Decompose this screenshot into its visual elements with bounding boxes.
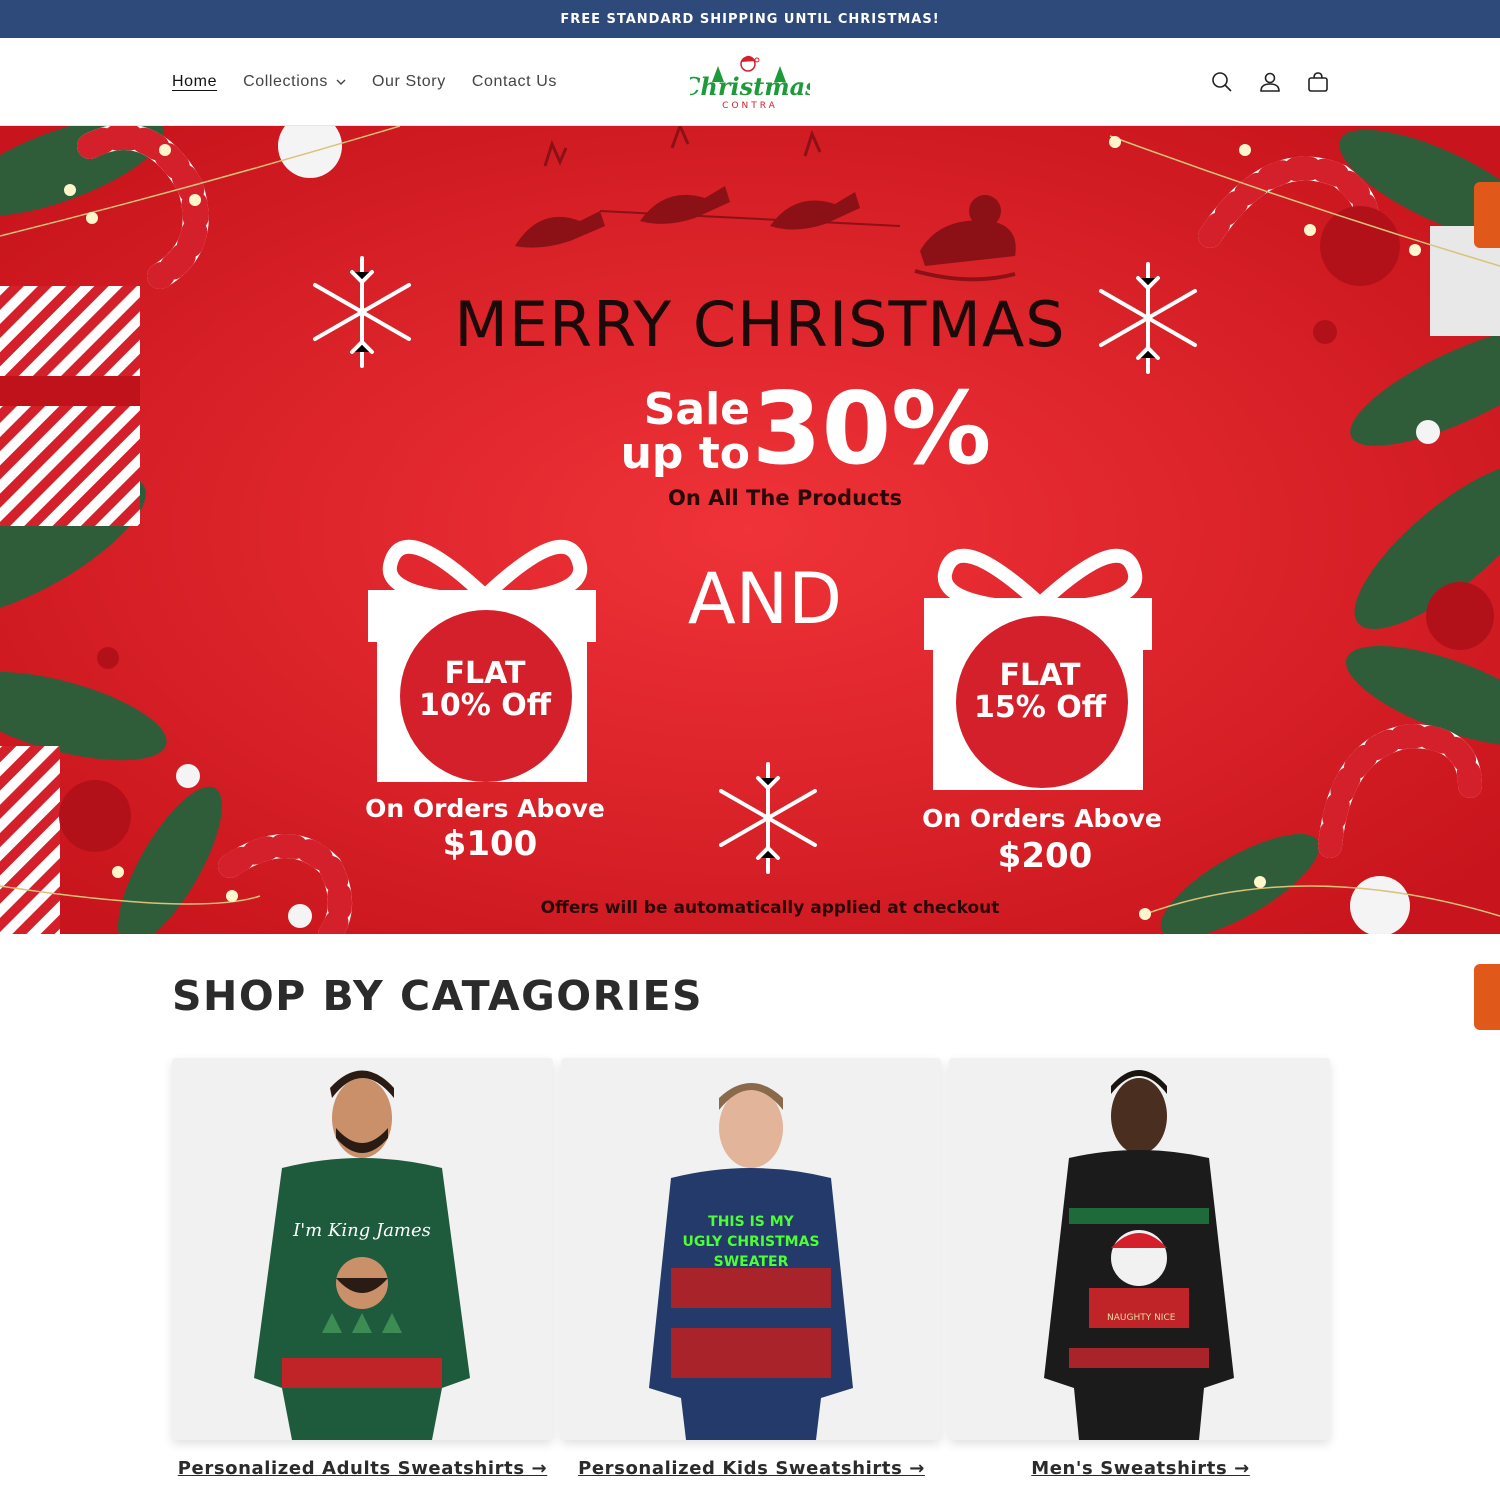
hero-sale-percent: 30% <box>752 370 992 487</box>
account-icon[interactable] <box>1258 70 1282 94</box>
category-card-kids[interactable]: THIS IS MY UGLY CHRISTMAS SWEATER <box>560 1058 942 1440</box>
hero-banner[interactable]: MERRY CHRISTMAS Sale up to 30% On All Th… <box>0 126 1500 934</box>
main-nav: Home Collections Our Story Contact Us <box>172 38 583 126</box>
offer1-orders: On Orders Above <box>365 794 605 823</box>
hero-title: MERRY CHRISTMAS <box>454 288 1066 361</box>
nav-collections-label: Collections <box>243 73 328 90</box>
nav-collections[interactable]: Collections <box>243 73 346 91</box>
hero-footnote: Offers will be automatically applied at … <box>540 898 1000 918</box>
svg-text:UGLY CHRISTMAS: UGLY CHRISTMAS <box>682 1234 819 1250</box>
chevron-down-icon <box>336 79 346 85</box>
category-link-kids[interactable]: Personalized Kids Sweatshirts → <box>561 1458 942 1479</box>
header-icons <box>1210 38 1330 126</box>
offer2-orders: On Orders Above <box>922 804 1162 833</box>
offer1-flat: FLAT <box>444 656 526 691</box>
nav-our-story[interactable]: Our Story <box>372 73 446 91</box>
category-card-mens[interactable]: NAUGHTY NICE <box>949 1058 1331 1440</box>
offer1-amount: $100 <box>442 824 538 864</box>
cart-icon[interactable] <box>1306 70 1330 94</box>
offer1-badge: FLAT 10% Off <box>395 658 575 722</box>
announcement-text: FREE STANDARD SHIPPING UNTIL CHRISTMAS! <box>560 11 940 27</box>
floating-side-tab[interactable] <box>1474 182 1500 248</box>
category-card-adults[interactable]: I'm King James <box>172 1058 553 1440</box>
hero-background <box>0 126 1500 934</box>
category-link-mens[interactable]: Men's Sweatshirts → <box>950 1458 1331 1479</box>
category-grid: I'm King James THIS IS MY UGLY CHRISTMAS… <box>172 1058 1331 1440</box>
categories-title: SHOP BY CATAGORIES <box>172 972 704 1020</box>
hero-sale-line2: up to <box>620 428 750 479</box>
svg-text:Christmas: Christmas <box>690 72 810 101</box>
offer2-off: 15% Off <box>973 690 1107 725</box>
mens-sweater-text: NAUGHTY NICE <box>1107 1313 1176 1323</box>
svg-text:CONTRA: CONTRA <box>722 101 778 111</box>
svg-text:SWEATER: SWEATER <box>713 1254 788 1270</box>
adult-sweater-image: I'm King James <box>172 1058 553 1440</box>
offer2-badge: FLAT 15% Off <box>950 660 1130 724</box>
hero-and: AND <box>687 558 843 640</box>
adult-sweater-text: I'm King James <box>292 1220 431 1241</box>
offer2-flat: FLAT <box>999 658 1081 693</box>
search-icon[interactable] <box>1210 70 1234 94</box>
category-link-adults[interactable]: Personalized Adults Sweatshirts → <box>172 1458 553 1479</box>
nav-home[interactable]: Home <box>172 73 217 91</box>
hero-sale-label: Sale up to <box>600 388 750 476</box>
mens-sweater-image: NAUGHTY NICE <box>949 1058 1331 1440</box>
site-header: Home Collections Our Story Contact Us Ch… <box>0 38 1500 126</box>
site-logo[interactable]: Christmas CONTRA <box>681 52 819 114</box>
nav-contact[interactable]: Contact Us <box>472 73 557 91</box>
hero-sale-line1: Sale <box>643 384 750 435</box>
floating-side-tab[interactable] <box>1474 964 1500 1030</box>
christmas-contra-logo: Christmas CONTRA <box>681 55 819 111</box>
offer1-off: 10% Off <box>418 688 552 723</box>
announcement-bar: FREE STANDARD SHIPPING UNTIL CHRISTMAS! <box>0 0 1500 38</box>
offer2-amount: $200 <box>997 836 1093 876</box>
kids-sweater-image: THIS IS MY UGLY CHRISTMAS SWEATER <box>560 1058 942 1440</box>
svg-text:THIS IS MY: THIS IS MY <box>708 1214 795 1230</box>
hero-sale-subtitle: On All The Products <box>667 486 903 510</box>
